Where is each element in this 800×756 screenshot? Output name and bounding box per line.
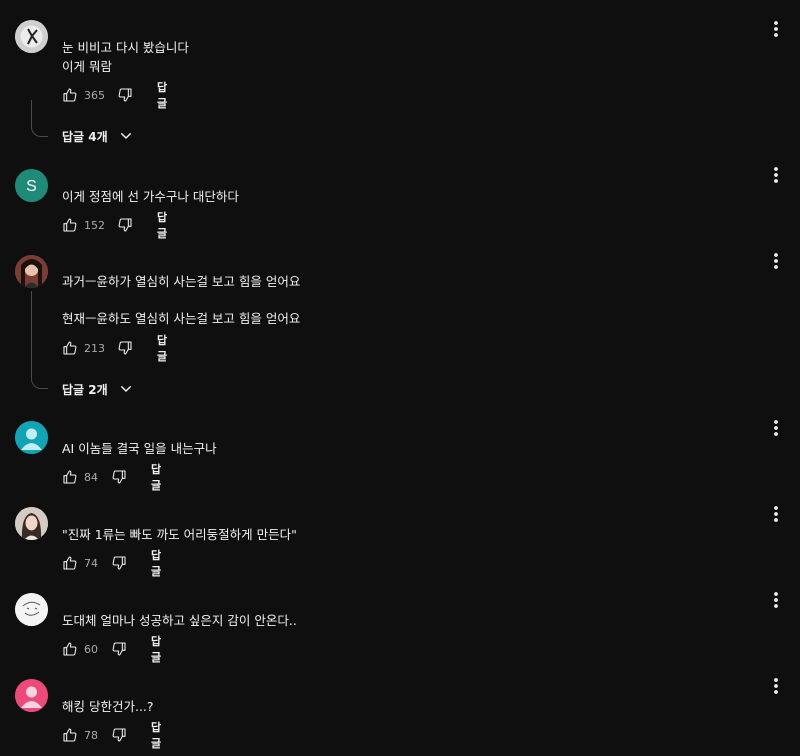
avatar[interactable] bbox=[15, 255, 48, 288]
reply-button[interactable]: 답글 bbox=[151, 633, 161, 665]
view-replies-button[interactable]: 답글 4개 bbox=[62, 126, 134, 146]
more-vert-icon[interactable] bbox=[766, 677, 786, 697]
comment-text-line: 이게 정점에 선 가수구나 대단하다 bbox=[62, 189, 239, 204]
reply-button[interactable]: 답글 bbox=[151, 547, 161, 579]
thumbs-up-icon[interactable] bbox=[62, 217, 78, 233]
like-count: 74 bbox=[84, 556, 98, 570]
reply-button[interactable]: 답글 bbox=[151, 461, 161, 493]
chevron-down-icon bbox=[118, 381, 134, 397]
comment-actions: 78 답글 bbox=[62, 721, 161, 750]
thumbs-up-icon[interactable] bbox=[62, 469, 78, 485]
like-count: 60 bbox=[84, 642, 98, 656]
thumbs-down-icon[interactable] bbox=[111, 469, 127, 485]
reply-button[interactable]: 답글 bbox=[151, 719, 161, 751]
thumbs-down-icon[interactable] bbox=[111, 727, 127, 743]
thumbs-down-icon[interactable] bbox=[111, 555, 127, 571]
thumbs-up-icon[interactable] bbox=[62, 555, 78, 571]
comment-text-line: 이게 뭐람 bbox=[62, 59, 112, 74]
comment-actions: 213 답글 bbox=[62, 334, 167, 363]
comment-text-line: 현재ㅡ윤하도 열심히 사는걸 보고 힘을 얻어요 bbox=[62, 311, 301, 326]
comment-text-line: 해킹 당한건가...? bbox=[62, 699, 154, 714]
like-count: 365 bbox=[84, 88, 105, 102]
reply-button[interactable]: 답글 bbox=[157, 79, 167, 111]
comment-actions: 84 답글 bbox=[62, 463, 161, 492]
comment-actions: 74 답글 bbox=[62, 549, 161, 578]
like-count: 213 bbox=[84, 341, 105, 355]
avatar[interactable] bbox=[15, 421, 48, 454]
avatar[interactable] bbox=[15, 593, 48, 626]
reply-button[interactable]: 답글 bbox=[157, 209, 167, 241]
avatar[interactable] bbox=[15, 20, 48, 53]
more-vert-icon[interactable] bbox=[766, 252, 786, 272]
thumbs-up-icon[interactable] bbox=[62, 641, 78, 657]
like-count: 78 bbox=[84, 728, 98, 742]
comment-text-line: 과거ㅡ윤하가 열심히 사는걸 보고 힘을 얻어요 bbox=[62, 274, 301, 289]
thread-line bbox=[31, 291, 48, 389]
thumbs-up-icon[interactable] bbox=[62, 87, 78, 103]
chevron-down-icon bbox=[118, 128, 134, 144]
reply-button[interactable]: 답글 bbox=[157, 332, 167, 364]
avatar[interactable] bbox=[15, 507, 48, 540]
thumbs-down-icon[interactable] bbox=[117, 217, 133, 233]
comment-text-line: "진짜 1류는 빠도 까도 어리둥절하게 만든다" bbox=[62, 527, 297, 542]
thumbs-up-icon[interactable] bbox=[62, 340, 78, 356]
more-vert-icon[interactable] bbox=[766, 505, 786, 525]
avatar[interactable]: S bbox=[15, 169, 48, 202]
more-vert-icon[interactable] bbox=[766, 591, 786, 611]
avatar[interactable] bbox=[15, 679, 48, 712]
more-vert-icon[interactable] bbox=[766, 166, 786, 186]
comment-actions: 60 답글 bbox=[62, 635, 161, 664]
thread-line bbox=[31, 100, 48, 137]
like-count: 84 bbox=[84, 470, 98, 484]
comment-actions: 152 답글 bbox=[62, 211, 167, 240]
like-count: 152 bbox=[84, 218, 105, 232]
thumbs-down-icon[interactable] bbox=[117, 87, 133, 103]
more-vert-icon[interactable] bbox=[766, 419, 786, 439]
comment-text-line: 도대체 얼마나 성공하고 싶은지 감이 안온다.. bbox=[62, 613, 297, 628]
comment-text-line: AI 이놈들 결국 일을 내는구나 bbox=[62, 441, 217, 456]
replies-count-label: 답글 2개 bbox=[62, 382, 108, 397]
svg-text:S: S bbox=[26, 178, 37, 195]
thumbs-down-icon[interactable] bbox=[117, 340, 133, 356]
thumbs-up-icon[interactable] bbox=[62, 727, 78, 743]
view-replies-button[interactable]: 답글 2개 bbox=[62, 379, 134, 399]
thumbs-down-icon[interactable] bbox=[111, 641, 127, 657]
replies-count-label: 답글 4개 bbox=[62, 129, 108, 144]
more-vert-icon[interactable] bbox=[766, 20, 786, 40]
comment-text-line: 눈 비비고 다시 봤습니다 bbox=[62, 40, 189, 55]
comment-actions: 365 답글 bbox=[62, 81, 167, 110]
